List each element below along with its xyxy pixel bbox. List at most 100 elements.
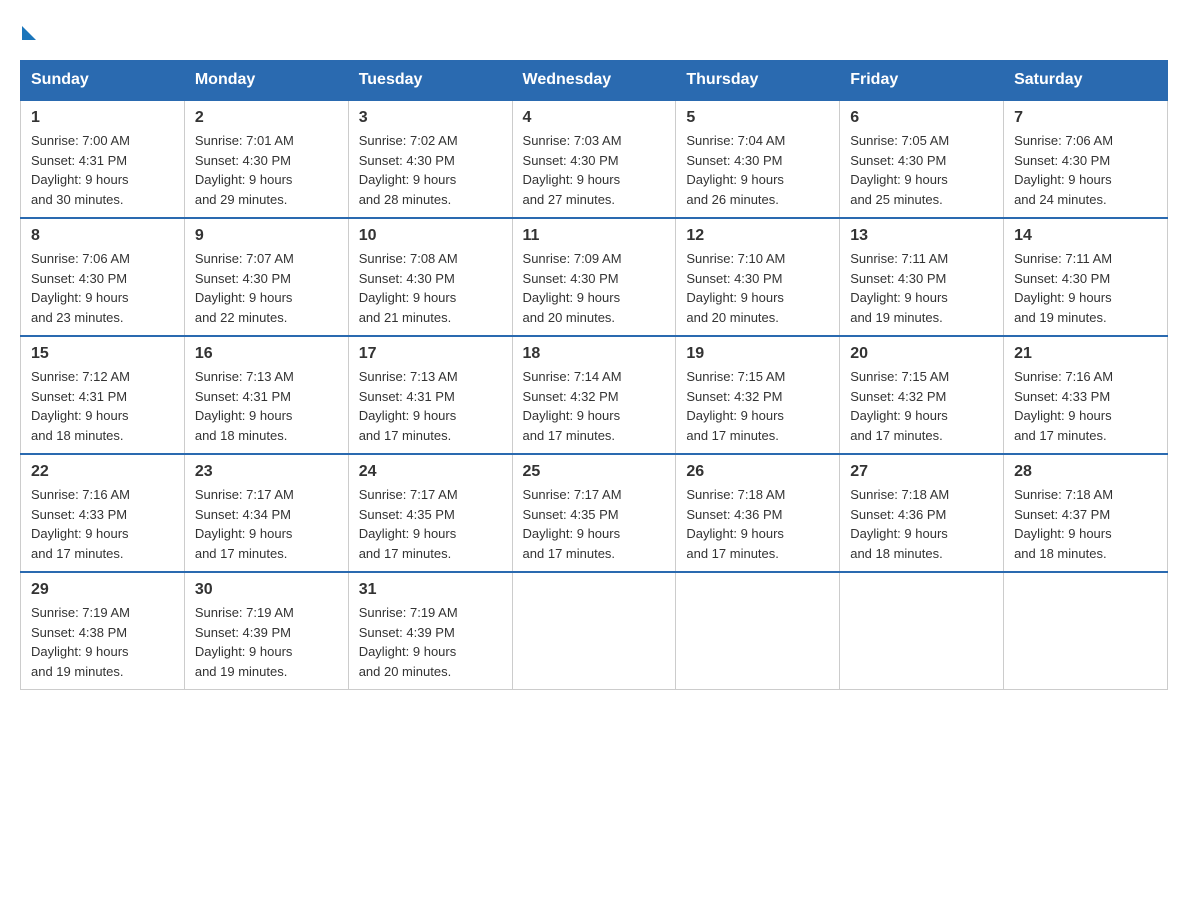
day-info: Sunrise: 7:00 AM Sunset: 4:31 PM Dayligh…: [31, 131, 174, 209]
day-number: 22: [31, 463, 174, 481]
day-number: 10: [359, 227, 502, 245]
day-number: 16: [195, 345, 338, 363]
day-info: Sunrise: 7:08 AM Sunset: 4:30 PM Dayligh…: [359, 249, 502, 327]
day-info: Sunrise: 7:02 AM Sunset: 4:30 PM Dayligh…: [359, 131, 502, 209]
day-number: 25: [523, 463, 666, 481]
day-cell: 26 Sunrise: 7:18 AM Sunset: 4:36 PM Dayl…: [676, 454, 840, 572]
day-info: Sunrise: 7:17 AM Sunset: 4:35 PM Dayligh…: [359, 485, 502, 563]
day-cell: 15 Sunrise: 7:12 AM Sunset: 4:31 PM Dayl…: [21, 336, 185, 454]
day-cell: [1004, 572, 1168, 690]
day-number: 5: [686, 109, 829, 127]
day-cell: 2 Sunrise: 7:01 AM Sunset: 4:30 PM Dayli…: [184, 100, 348, 218]
day-info: Sunrise: 7:04 AM Sunset: 4:30 PM Dayligh…: [686, 131, 829, 209]
day-info: Sunrise: 7:14 AM Sunset: 4:32 PM Dayligh…: [523, 367, 666, 445]
day-info: Sunrise: 7:19 AM Sunset: 4:39 PM Dayligh…: [359, 603, 502, 681]
weekday-row: SundayMondayTuesdayWednesdayThursdayFrid…: [21, 61, 1168, 101]
day-info: Sunrise: 7:18 AM Sunset: 4:36 PM Dayligh…: [850, 485, 993, 563]
day-cell: 11 Sunrise: 7:09 AM Sunset: 4:30 PM Dayl…: [512, 218, 676, 336]
day-number: 21: [1014, 345, 1157, 363]
day-number: 28: [1014, 463, 1157, 481]
week-row-4: 22 Sunrise: 7:16 AM Sunset: 4:33 PM Dayl…: [21, 454, 1168, 572]
day-info: Sunrise: 7:16 AM Sunset: 4:33 PM Dayligh…: [1014, 367, 1157, 445]
day-info: Sunrise: 7:01 AM Sunset: 4:30 PM Dayligh…: [195, 131, 338, 209]
day-info: Sunrise: 7:19 AM Sunset: 4:39 PM Dayligh…: [195, 603, 338, 681]
day-number: 31: [359, 581, 502, 599]
day-number: 17: [359, 345, 502, 363]
day-info: Sunrise: 7:05 AM Sunset: 4:30 PM Dayligh…: [850, 131, 993, 209]
day-info: Sunrise: 7:19 AM Sunset: 4:38 PM Dayligh…: [31, 603, 174, 681]
header: [20, 20, 1168, 40]
day-cell: 8 Sunrise: 7:06 AM Sunset: 4:30 PM Dayli…: [21, 218, 185, 336]
day-cell: 6 Sunrise: 7:05 AM Sunset: 4:30 PM Dayli…: [840, 100, 1004, 218]
day-cell: 22 Sunrise: 7:16 AM Sunset: 4:33 PM Dayl…: [21, 454, 185, 572]
day-cell: 10 Sunrise: 7:08 AM Sunset: 4:30 PM Dayl…: [348, 218, 512, 336]
weekday-header-wednesday: Wednesday: [512, 61, 676, 101]
day-number: 13: [850, 227, 993, 245]
weekday-header-saturday: Saturday: [1004, 61, 1168, 101]
day-number: 7: [1014, 109, 1157, 127]
day-number: 2: [195, 109, 338, 127]
weekday-header-friday: Friday: [840, 61, 1004, 101]
week-row-1: 1 Sunrise: 7:00 AM Sunset: 4:31 PM Dayli…: [21, 100, 1168, 218]
weekday-header-thursday: Thursday: [676, 61, 840, 101]
day-info: Sunrise: 7:03 AM Sunset: 4:30 PM Dayligh…: [523, 131, 666, 209]
day-cell: 28 Sunrise: 7:18 AM Sunset: 4:37 PM Dayl…: [1004, 454, 1168, 572]
logo: [20, 20, 36, 40]
calendar-header: SundayMondayTuesdayWednesdayThursdayFrid…: [21, 61, 1168, 101]
day-number: 15: [31, 345, 174, 363]
weekday-header-tuesday: Tuesday: [348, 61, 512, 101]
day-number: 9: [195, 227, 338, 245]
day-number: 27: [850, 463, 993, 481]
day-cell: 17 Sunrise: 7:13 AM Sunset: 4:31 PM Dayl…: [348, 336, 512, 454]
day-info: Sunrise: 7:15 AM Sunset: 4:32 PM Dayligh…: [850, 367, 993, 445]
day-number: 11: [523, 227, 666, 245]
day-info: Sunrise: 7:17 AM Sunset: 4:35 PM Dayligh…: [523, 485, 666, 563]
day-cell: [840, 572, 1004, 690]
week-row-2: 8 Sunrise: 7:06 AM Sunset: 4:30 PM Dayli…: [21, 218, 1168, 336]
day-info: Sunrise: 7:10 AM Sunset: 4:30 PM Dayligh…: [686, 249, 829, 327]
day-info: Sunrise: 7:15 AM Sunset: 4:32 PM Dayligh…: [686, 367, 829, 445]
day-cell: 9 Sunrise: 7:07 AM Sunset: 4:30 PM Dayli…: [184, 218, 348, 336]
day-info: Sunrise: 7:13 AM Sunset: 4:31 PM Dayligh…: [359, 367, 502, 445]
day-info: Sunrise: 7:06 AM Sunset: 4:30 PM Dayligh…: [1014, 131, 1157, 209]
day-cell: 23 Sunrise: 7:17 AM Sunset: 4:34 PM Dayl…: [184, 454, 348, 572]
day-cell: 20 Sunrise: 7:15 AM Sunset: 4:32 PM Dayl…: [840, 336, 1004, 454]
day-cell: 24 Sunrise: 7:17 AM Sunset: 4:35 PM Dayl…: [348, 454, 512, 572]
day-number: 24: [359, 463, 502, 481]
calendar-table: SundayMondayTuesdayWednesdayThursdayFrid…: [20, 60, 1168, 690]
day-info: Sunrise: 7:17 AM Sunset: 4:34 PM Dayligh…: [195, 485, 338, 563]
day-cell: 13 Sunrise: 7:11 AM Sunset: 4:30 PM Dayl…: [840, 218, 1004, 336]
day-info: Sunrise: 7:09 AM Sunset: 4:30 PM Dayligh…: [523, 249, 666, 327]
day-number: 20: [850, 345, 993, 363]
week-row-5: 29 Sunrise: 7:19 AM Sunset: 4:38 PM Dayl…: [21, 572, 1168, 690]
day-info: Sunrise: 7:07 AM Sunset: 4:30 PM Dayligh…: [195, 249, 338, 327]
day-cell: 19 Sunrise: 7:15 AM Sunset: 4:32 PM Dayl…: [676, 336, 840, 454]
day-cell: 12 Sunrise: 7:10 AM Sunset: 4:30 PM Dayl…: [676, 218, 840, 336]
day-cell: 1 Sunrise: 7:00 AM Sunset: 4:31 PM Dayli…: [21, 100, 185, 218]
day-info: Sunrise: 7:11 AM Sunset: 4:30 PM Dayligh…: [1014, 249, 1157, 327]
day-number: 26: [686, 463, 829, 481]
day-info: Sunrise: 7:18 AM Sunset: 4:36 PM Dayligh…: [686, 485, 829, 563]
weekday-header-monday: Monday: [184, 61, 348, 101]
day-number: 19: [686, 345, 829, 363]
day-cell: [512, 572, 676, 690]
day-info: Sunrise: 7:16 AM Sunset: 4:33 PM Dayligh…: [31, 485, 174, 563]
day-number: 18: [523, 345, 666, 363]
day-number: 6: [850, 109, 993, 127]
day-number: 4: [523, 109, 666, 127]
day-cell: 30 Sunrise: 7:19 AM Sunset: 4:39 PM Dayl…: [184, 572, 348, 690]
day-number: 29: [31, 581, 174, 599]
day-cell: 5 Sunrise: 7:04 AM Sunset: 4:30 PM Dayli…: [676, 100, 840, 218]
day-cell: 4 Sunrise: 7:03 AM Sunset: 4:30 PM Dayli…: [512, 100, 676, 218]
day-info: Sunrise: 7:06 AM Sunset: 4:30 PM Dayligh…: [31, 249, 174, 327]
day-info: Sunrise: 7:12 AM Sunset: 4:31 PM Dayligh…: [31, 367, 174, 445]
day-number: 14: [1014, 227, 1157, 245]
day-cell: 25 Sunrise: 7:17 AM Sunset: 4:35 PM Dayl…: [512, 454, 676, 572]
week-row-3: 15 Sunrise: 7:12 AM Sunset: 4:31 PM Dayl…: [21, 336, 1168, 454]
day-cell: 16 Sunrise: 7:13 AM Sunset: 4:31 PM Dayl…: [184, 336, 348, 454]
day-number: 23: [195, 463, 338, 481]
day-info: Sunrise: 7:18 AM Sunset: 4:37 PM Dayligh…: [1014, 485, 1157, 563]
day-number: 1: [31, 109, 174, 127]
day-cell: 31 Sunrise: 7:19 AM Sunset: 4:39 PM Dayl…: [348, 572, 512, 690]
day-cell: 3 Sunrise: 7:02 AM Sunset: 4:30 PM Dayli…: [348, 100, 512, 218]
